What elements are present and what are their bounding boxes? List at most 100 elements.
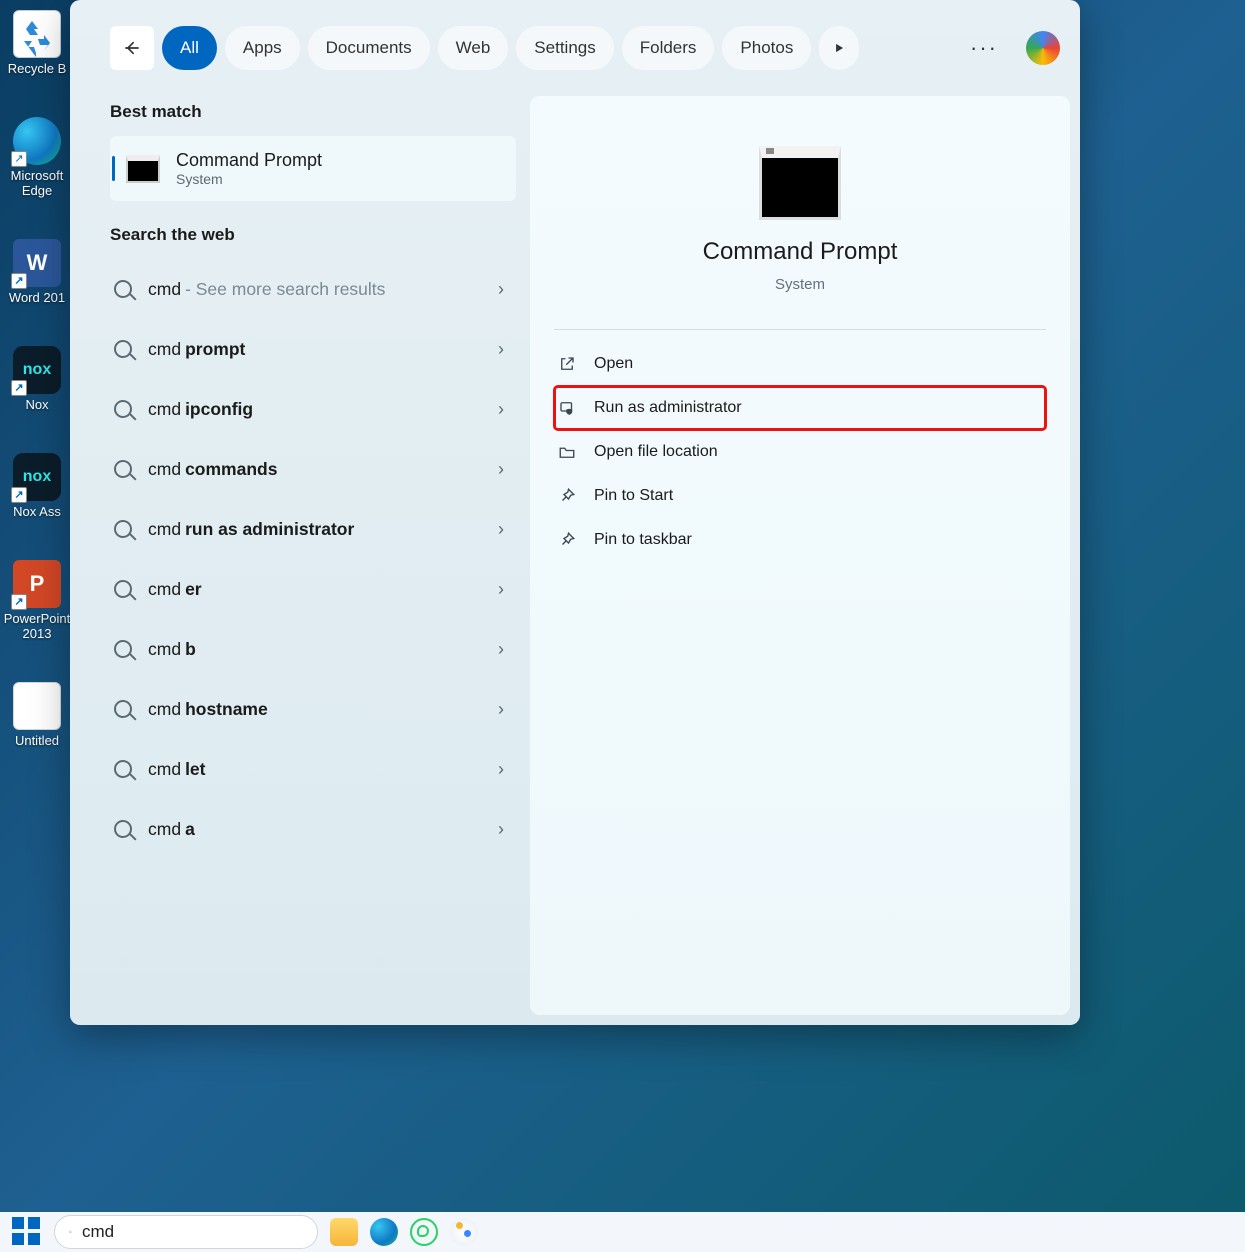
search-icon [114,340,132,358]
action-pin-to-taskbar[interactable]: Pin to taskbar [554,518,1046,562]
chevron-right-icon: › [498,339,504,360]
desktop-icon-nox[interactable]: nox↗ Nox [6,346,68,413]
search-icon [114,280,132,298]
best-match-title: Command Prompt [176,150,322,171]
arrow-left-icon [122,38,142,58]
folder-icon [558,443,576,461]
desktop-icon-nox-assistant[interactable]: nox↗ Nox Ass [6,453,68,520]
web-result-text: cmd run as administrator [148,519,354,540]
search-icon [114,820,132,838]
search-icon [114,580,132,598]
search-icon [114,640,132,658]
web-result[interactable]: cmd run as administrator › [110,499,516,559]
web-result-text: cmd - See more search results [148,279,385,300]
desktop-icon-word[interactable]: W↗ Word 201 [6,239,68,306]
start-button[interactable] [12,1217,42,1247]
action-run-as-administrator[interactable]: Run as administrator [554,386,1046,430]
action-pin-to-start[interactable]: Pin to Start [554,474,1046,518]
web-result[interactable]: cmdb › [110,619,516,679]
taskbar-whatsapp[interactable] [410,1218,438,1246]
web-result[interactable]: cmd ipconfig› [110,379,516,439]
shortcut-arrow-icon: ↗ [11,487,27,503]
details-subtitle: System [554,276,1046,293]
action-label: Open file location [594,443,718,461]
action-open-file-location[interactable]: Open file location [554,430,1046,474]
command-prompt-icon [126,155,160,183]
chevron-right-icon: › [498,639,504,660]
action-label: Run as administrator [594,399,742,417]
desktop-icon-recycle-bin[interactable]: Recycle B [6,10,68,77]
filter-web[interactable]: Web [438,26,509,70]
search-icon [114,700,132,718]
command-prompt-large-icon [759,146,841,220]
search-icon [114,400,132,418]
chevron-right-icon: › [498,699,504,720]
action-label: Pin to Start [594,487,673,505]
pin-icon [558,531,576,549]
web-result-text: cmda [148,819,195,840]
shortcut-arrow-icon: ↗ [11,151,27,167]
desktop-icon-edge[interactable]: ↗ Microsoft Edge [6,117,68,199]
desktop-icons: Recycle B ↗ Microsoft Edge W↗ Word 201 n… [6,10,68,748]
shortcut-arrow-icon: ↗ [11,380,27,396]
web-result[interactable]: cmder › [110,559,516,619]
results-column: Best match Command Prompt System Search … [80,96,516,1015]
web-result-text: cmdb [148,639,196,660]
start-search-panel: AllAppsDocumentsWebSettingsFoldersPhotos… [70,0,1080,1025]
play-icon [832,41,846,55]
search-web-heading: Search the web [110,225,516,245]
web-result[interactable]: cmd - See more search results › [110,259,516,319]
best-match-heading: Best match [110,102,516,122]
action-label: Pin to taskbar [594,531,692,549]
recycle-icon [14,11,62,59]
search-icon [114,760,132,778]
action-open[interactable]: Open [554,342,1046,386]
pin-icon [558,487,576,505]
chevron-right-icon: › [498,459,504,480]
chevron-right-icon: › [498,759,504,780]
search-icon [69,1223,72,1241]
back-button[interactable] [110,26,154,70]
copilot-icon[interactable] [1026,31,1060,65]
web-result-text: cmd commands [148,459,277,480]
chevron-right-icon: › [498,819,504,840]
web-result[interactable]: cmd commands › [110,439,516,499]
filter-apps[interactable]: Apps [225,26,300,70]
taskbar-search-input[interactable] [82,1222,303,1242]
web-result-text: cmder [148,579,202,600]
shortcut-arrow-icon: ↗ [11,594,27,610]
more-options-button[interactable]: ··· [958,35,1010,61]
shortcut-arrow-icon: ↗ [11,273,27,289]
taskbar [0,1212,1245,1252]
open-icon [558,355,576,373]
filter-photos[interactable]: Photos [722,26,811,70]
web-result[interactable]: cmdlet › [110,739,516,799]
action-label: Open [594,355,633,373]
taskbar-search[interactable] [54,1215,318,1249]
web-result[interactable]: cmd prompt› [110,319,516,379]
search-icon [114,520,132,538]
web-result[interactable]: cmd hostname › [110,679,516,739]
filter-all[interactable]: All [162,26,217,70]
filter-more-arrow[interactable] [819,26,859,70]
desktop-icon-untitled[interactable]: Untitled [6,682,68,749]
taskbar-app[interactable] [450,1218,478,1246]
filter-documents[interactable]: Documents [308,26,430,70]
shield-icon [558,399,576,417]
chevron-right-icon: › [498,279,504,300]
best-match-subtitle: System [176,171,322,187]
chevron-right-icon: › [498,579,504,600]
web-result-text: cmd hostname [148,699,268,720]
divider [554,329,1046,330]
taskbar-file-explorer[interactable] [330,1218,358,1246]
details-title: Command Prompt [554,238,1046,266]
best-match-result[interactable]: Command Prompt System [110,136,516,201]
filter-settings[interactable]: Settings [516,26,613,70]
web-result[interactable]: cmda › [110,799,516,859]
desktop-icon-powerpoint[interactable]: P↗ PowerPoint 2013 [6,560,68,642]
taskbar-edge[interactable] [370,1218,398,1246]
chevron-right-icon: › [498,519,504,540]
web-result-text: cmdlet [148,759,206,780]
details-panel: Command Prompt System Open Run as adminis… [530,96,1070,1015]
filter-folders[interactable]: Folders [622,26,715,70]
